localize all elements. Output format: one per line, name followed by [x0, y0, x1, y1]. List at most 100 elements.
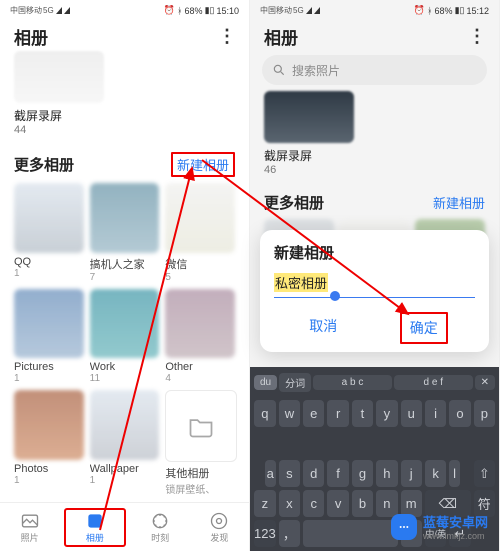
- album-count: 46: [264, 164, 485, 176]
- album-thumbnail: [90, 390, 160, 460]
- new-album-button[interactable]: 新建相册: [433, 193, 485, 212]
- status-bar: 中国移动 5G ⏰ ᚼ 68% ▮▯ 15:10: [0, 0, 249, 18]
- keyboard-toolbar: du 分词 a b c d e f ✕: [250, 367, 499, 397]
- alarm-icon: ⏰: [164, 5, 175, 16]
- key-x[interactable]: x: [279, 490, 300, 517]
- album-item[interactable]: Work11: [90, 289, 160, 385]
- more-menu-button[interactable]: ⋮: [468, 26, 485, 47]
- signal-icon: [314, 7, 320, 14]
- album-item[interactable]: Pictures1: [14, 289, 84, 385]
- key-t[interactable]: t: [352, 400, 373, 427]
- key-i[interactable]: i: [425, 400, 446, 427]
- page-title: 相册: [264, 24, 298, 49]
- more-menu-button[interactable]: ⋮: [218, 26, 235, 47]
- key-l[interactable]: l: [449, 460, 460, 487]
- key-v[interactable]: v: [327, 490, 348, 517]
- album-item[interactable]: Wallpaper1: [90, 390, 160, 496]
- album-thumbnail: [90, 289, 160, 359]
- status-bar: 中国移动 5G ⏰ ᚼ 68% ▮▯ 15:12: [250, 0, 499, 18]
- tab-albums[interactable]: 相册: [64, 508, 126, 547]
- tab-discover[interactable]: 发现: [194, 511, 244, 544]
- tab-photos[interactable]: 照片: [5, 511, 55, 544]
- album-thumbnail: [14, 51, 104, 103]
- section-title: 更多相册: [14, 154, 74, 175]
- key-e[interactable]: e: [303, 400, 324, 427]
- ime-brand: du: [254, 375, 277, 390]
- phone-right: 中国移动 5G ⏰ ᚼ 68% ▮▯ 15:12 相册 ⋮ 搜索照片: [250, 0, 500, 551]
- app-bar: 相册 ⋮: [250, 18, 499, 51]
- album-name: 截屏录屏: [14, 107, 235, 124]
- folder-icon: [165, 390, 237, 462]
- key-h[interactable]: h: [376, 460, 397, 487]
- key-comma[interactable]: ，: [279, 520, 300, 547]
- network-label: 5G: [43, 6, 54, 15]
- ok-button[interactable]: 确定: [400, 312, 448, 344]
- clock: 15:12: [466, 6, 489, 16]
- kbd-candidate[interactable]: a b c: [313, 375, 392, 390]
- page-title: 相册: [14, 24, 48, 49]
- signal-icon: [306, 7, 312, 14]
- key-a[interactable]: a: [265, 460, 276, 487]
- watermark-icon: [391, 514, 417, 540]
- key-w[interactable]: w: [279, 400, 300, 427]
- new-album-button[interactable]: 新建相册: [171, 152, 235, 177]
- search-input[interactable]: 搜索照片: [262, 55, 487, 85]
- key-numbers[interactable]: 123: [254, 520, 276, 547]
- key-o[interactable]: o: [449, 400, 470, 427]
- alarm-icon: ⏰: [414, 5, 425, 16]
- kbd-candidate[interactable]: d e f: [394, 375, 473, 390]
- album-item[interactable]: 微信5: [165, 183, 235, 283]
- key-s[interactable]: s: [279, 460, 300, 487]
- album-thumbnail: [14, 390, 84, 460]
- key-j[interactable]: j: [401, 460, 422, 487]
- battery-pct: 68%: [435, 6, 453, 16]
- key-p[interactable]: p: [474, 400, 495, 427]
- key-b[interactable]: b: [352, 490, 373, 517]
- album-name-input[interactable]: 私密相册: [274, 271, 475, 298]
- albums-grid: QQ1 搞机人之家7 微信5 Pictures1 Work11 Other4 P…: [0, 183, 249, 496]
- cancel-button[interactable]: 取消: [301, 312, 345, 344]
- text-cursor-handle[interactable]: [330, 291, 340, 301]
- key-z[interactable]: z: [254, 490, 276, 517]
- section-header: 更多相册 新建相册: [250, 182, 499, 219]
- album-thumbnail: [90, 183, 160, 253]
- input-value: 私密相册: [274, 273, 328, 292]
- album-item[interactable]: 搞机人之家7: [90, 183, 160, 283]
- key-f[interactable]: f: [327, 460, 348, 487]
- album-thumbnail: [14, 289, 84, 359]
- album-item[interactable]: Photos1: [14, 390, 84, 496]
- key-u[interactable]: u: [401, 400, 422, 427]
- album-name: 截屏录屏: [264, 147, 485, 164]
- battery-pct: 68%: [185, 6, 203, 16]
- watermark-text: 蓝莓安卓网: [423, 512, 488, 531]
- album-item-other[interactable]: 其他相册 锁屏壁纸、: [165, 390, 235, 496]
- carrier-label: 中国移动: [260, 5, 292, 16]
- key-g[interactable]: g: [352, 460, 373, 487]
- dialog-title: 新建相册: [274, 242, 475, 263]
- key-d[interactable]: d: [303, 460, 324, 487]
- kbd-close-icon[interactable]: ✕: [475, 375, 495, 390]
- album-item[interactable]: Other4: [165, 289, 235, 385]
- battery-icon: ▮▯: [205, 5, 215, 16]
- key-y[interactable]: y: [376, 400, 397, 427]
- kbd-tool-segment[interactable]: 分词: [279, 373, 311, 392]
- key-q[interactable]: q: [254, 400, 276, 427]
- clock: 15:10: [216, 6, 239, 16]
- tab-moments[interactable]: 时刻: [135, 511, 185, 544]
- album-item[interactable]: QQ1: [14, 183, 84, 283]
- key-space[interactable]: [303, 520, 397, 547]
- carrier-label: 中国移动: [10, 5, 42, 16]
- key-c[interactable]: c: [303, 490, 324, 517]
- watermark: 蓝莓安卓网 www.lmkjz.com: [387, 510, 492, 543]
- bottom-nav: 照片 相册 时刻 发现: [0, 502, 249, 551]
- battery-icon: ▮▯: [455, 5, 465, 16]
- tutorial-screenshot: 中国移动 5G ⏰ ᚼ 68% ▮▯ 15:10 相册 ⋮ 截屏录屏 44 更多…: [0, 0, 500, 551]
- phone-left: 中国移动 5G ⏰ ᚼ 68% ▮▯ 15:10 相册 ⋮ 截屏录屏 44 更多…: [0, 0, 250, 551]
- key-k[interactable]: k: [425, 460, 446, 487]
- network-label: 5G: [293, 6, 304, 15]
- recent-album[interactable]: 截屏录屏 44: [0, 51, 249, 142]
- recent-album[interactable]: 截屏录屏 46: [250, 91, 499, 182]
- bluetooth-icon: ᚼ: [427, 6, 432, 16]
- key-r[interactable]: r: [327, 400, 348, 427]
- key-shift[interactable]: ⇧: [474, 460, 495, 487]
